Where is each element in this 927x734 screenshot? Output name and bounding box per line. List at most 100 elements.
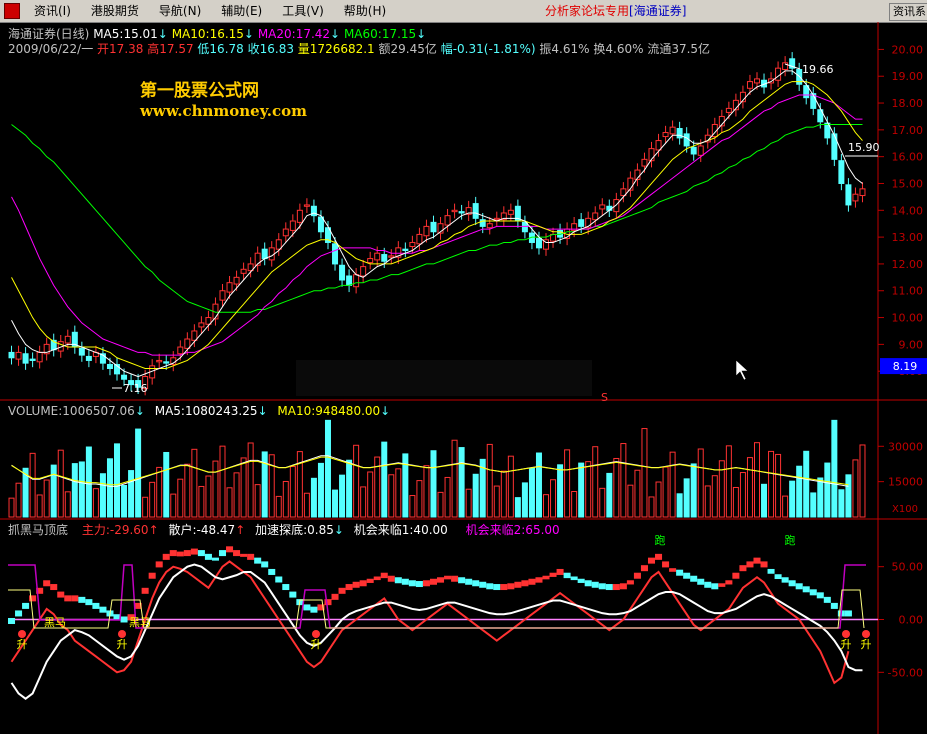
volume-bar — [648, 496, 655, 518]
indicator-step-block — [261, 561, 269, 568]
volume-bar — [184, 463, 191, 518]
volume-bar — [416, 480, 423, 518]
candle-body — [507, 209, 514, 215]
indicator-step-block — [683, 572, 691, 579]
volume-bar — [92, 488, 99, 518]
candle-body — [346, 275, 353, 286]
volume-bar — [746, 457, 753, 518]
indicator-step-block — [64, 595, 72, 602]
indicator-step-block — [43, 580, 51, 587]
volume-bar — [121, 485, 128, 518]
price-tick-label: 16.00 — [892, 151, 924, 164]
indicator-step-block — [338, 587, 346, 594]
volume-bar — [198, 485, 205, 518]
indicator-step-block — [29, 595, 37, 602]
candle-body — [669, 126, 676, 135]
volume-bar — [275, 495, 282, 518]
volume-bar — [683, 478, 690, 518]
candle-body — [261, 248, 268, 260]
candle-body — [353, 274, 360, 288]
indicator-step-block — [50, 584, 58, 591]
indicator-step-block — [226, 546, 234, 553]
volume-bar — [310, 477, 317, 518]
volume-bar — [697, 448, 704, 518]
volume-bar — [57, 449, 64, 518]
candle-body — [578, 219, 585, 227]
candle-body — [852, 193, 859, 202]
volume-bar — [353, 444, 360, 518]
candle-body — [683, 133, 690, 147]
candle-body — [339, 264, 346, 281]
volume-bar — [521, 482, 528, 518]
indicator-step-block — [647, 557, 656, 564]
price-tick-label: 11.00 — [892, 285, 924, 298]
indicator-step-block — [577, 578, 585, 583]
volume-bar — [71, 463, 78, 518]
volume-bar — [641, 428, 648, 518]
candle-body — [289, 220, 296, 231]
indicator-step-block — [303, 604, 311, 611]
candle-body — [831, 133, 838, 160]
volume-bar — [296, 451, 303, 518]
sheng-label: 升 — [841, 638, 852, 651]
pao-label: 跑 — [785, 533, 796, 547]
indicator-step-block — [183, 550, 191, 557]
volume-bar — [289, 466, 296, 518]
volume-bar — [472, 473, 479, 518]
indicator-step-block — [408, 580, 416, 587]
indicator-step-block — [155, 561, 163, 568]
indicator-step-block — [844, 610, 852, 617]
indicator-step-block — [422, 580, 430, 587]
volume-bar — [803, 450, 810, 518]
indicator-step-block — [753, 557, 761, 564]
volume-bar — [205, 475, 212, 518]
price-tick-label: 18.00 — [892, 97, 924, 110]
indicator-step-block — [197, 550, 205, 557]
candle-body — [268, 247, 275, 261]
ma5-line — [11, 70, 863, 378]
volume-bar — [838, 489, 845, 518]
indicator-step-block — [823, 596, 831, 603]
volume-bar — [852, 459, 859, 518]
indicator-step-block — [655, 553, 663, 560]
volume-bar — [388, 474, 395, 518]
indicator-step-block — [22, 602, 30, 609]
indicator-step-block — [767, 568, 775, 574]
indicator-step-block — [141, 587, 149, 594]
indicator-step-block — [324, 599, 332, 606]
volume-bar — [543, 494, 550, 518]
indicator-step-block — [162, 553, 170, 560]
indicator-step-block — [718, 583, 726, 587]
candle-body — [163, 361, 170, 364]
indicator-step-block — [148, 572, 156, 579]
candle-body — [36, 351, 43, 363]
indicator-step-block — [521, 580, 529, 587]
volume-bar — [732, 486, 739, 518]
volume-bar — [571, 491, 578, 518]
candle-body — [592, 212, 599, 221]
indicator-step-block — [85, 599, 93, 606]
indicator-step-block — [697, 578, 705, 585]
volume-bar — [810, 492, 817, 518]
candle-body — [725, 107, 732, 113]
volume-bar — [430, 450, 437, 518]
volume-bar — [106, 458, 113, 518]
indicator-step-block — [725, 580, 733, 585]
volume-bar — [845, 474, 852, 518]
volume-bar — [282, 480, 289, 518]
indicator-step-block — [591, 581, 599, 588]
volume-bar — [233, 472, 240, 518]
volume-bar — [317, 462, 324, 518]
volume-bar — [36, 494, 43, 518]
sheng-marker-icon — [842, 630, 850, 638]
stock-chart[interactable]: 20.00 19.00 18.00 17.00 16.00 15.00 14.00 13.00… — [0, 0, 927, 734]
candle-body — [753, 78, 760, 84]
indicator-step-block — [619, 583, 627, 590]
candle-body — [282, 228, 289, 237]
volume-tick-label: 30000 — [888, 440, 923, 453]
indicator-step-block — [605, 584, 613, 591]
candle-body — [845, 184, 852, 206]
candle-body — [409, 241, 416, 247]
indicator-step-block — [310, 606, 318, 613]
indicator-tick-label: 0.00 — [899, 614, 924, 627]
